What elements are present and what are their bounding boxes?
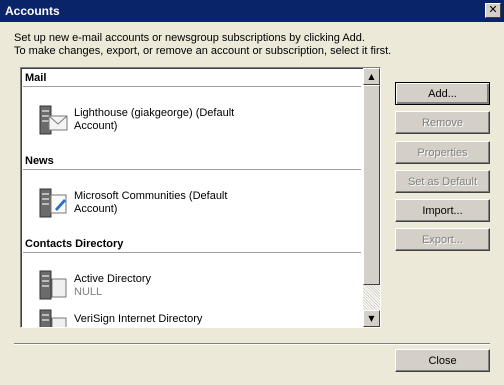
scroll-thumb[interactable]: [363, 85, 380, 285]
section-header-news: News: [25, 155, 54, 167]
accounts-list[interactable]: Mail Lighthouse (giakgeorge) (Default Ac…: [20, 67, 381, 328]
instructions-line-2: To make changes, export, or remove an ac…: [14, 45, 392, 57]
title-bar: Accounts ✕: [0, 0, 504, 22]
mail-account-item[interactable]: Lighthouse (giakgeorge) (Default Account…: [74, 107, 234, 133]
accounts-list-content: Mail Lighthouse (giakgeorge) (Default Ac…: [21, 68, 363, 327]
import-button[interactable]: Import...: [395, 199, 490, 222]
set-default-button[interactable]: Set as Default: [395, 170, 490, 193]
properties-button[interactable]: Properties: [395, 141, 490, 164]
section-divider: [23, 169, 361, 170]
section-divider: [23, 86, 361, 87]
news-account-item[interactable]: Microsoft Communities (Default Account): [74, 190, 227, 216]
close-icon[interactable]: ✕: [485, 3, 501, 18]
directory-item-active-directory[interactable]: Active Directory NULL: [74, 273, 151, 299]
instructions-line-1: Set up new e-mail accounts or newsgroup …: [14, 32, 365, 44]
directory-item-verisign[interactable]: VeriSign Internet Directory: [74, 313, 202, 326]
directory-name: VeriSign Internet Directory: [74, 313, 203, 325]
instructions: Set up new e-mail accounts or newsgroup …: [14, 32, 391, 58]
directory-server-icon: [39, 308, 69, 327]
vertical-scrollbar[interactable]: ▲ ▼: [363, 68, 380, 327]
scroll-down-icon[interactable]: ▼: [363, 310, 380, 327]
remove-button[interactable]: Remove: [395, 111, 490, 134]
section-divider: [23, 252, 361, 253]
news-server-icon: [39, 187, 69, 219]
mail-server-icon: [39, 104, 69, 136]
mail-account-name-line-1: Lighthouse (giakgeorge) (Default: [74, 107, 235, 119]
news-account-name-line-2: Account): [74, 203, 118, 215]
directory-name: Active Directory: [74, 273, 152, 285]
news-account-name-line-1: Microsoft Communities (Default: [74, 190, 228, 202]
close-button[interactable]: Close: [395, 349, 490, 372]
separator: [14, 343, 490, 345]
export-button[interactable]: Export...: [395, 228, 490, 251]
add-button[interactable]: Add...: [395, 82, 490, 105]
section-header-contacts: Contacts Directory: [25, 238, 124, 250]
mail-account-name-line-2: Account): [74, 120, 118, 132]
section-header-mail: Mail: [25, 72, 47, 84]
window-title: Accounts: [5, 4, 60, 18]
directory-sub: NULL: [74, 286, 103, 298]
directory-server-icon: [39, 269, 69, 301]
scroll-up-icon[interactable]: ▲: [363, 68, 380, 85]
